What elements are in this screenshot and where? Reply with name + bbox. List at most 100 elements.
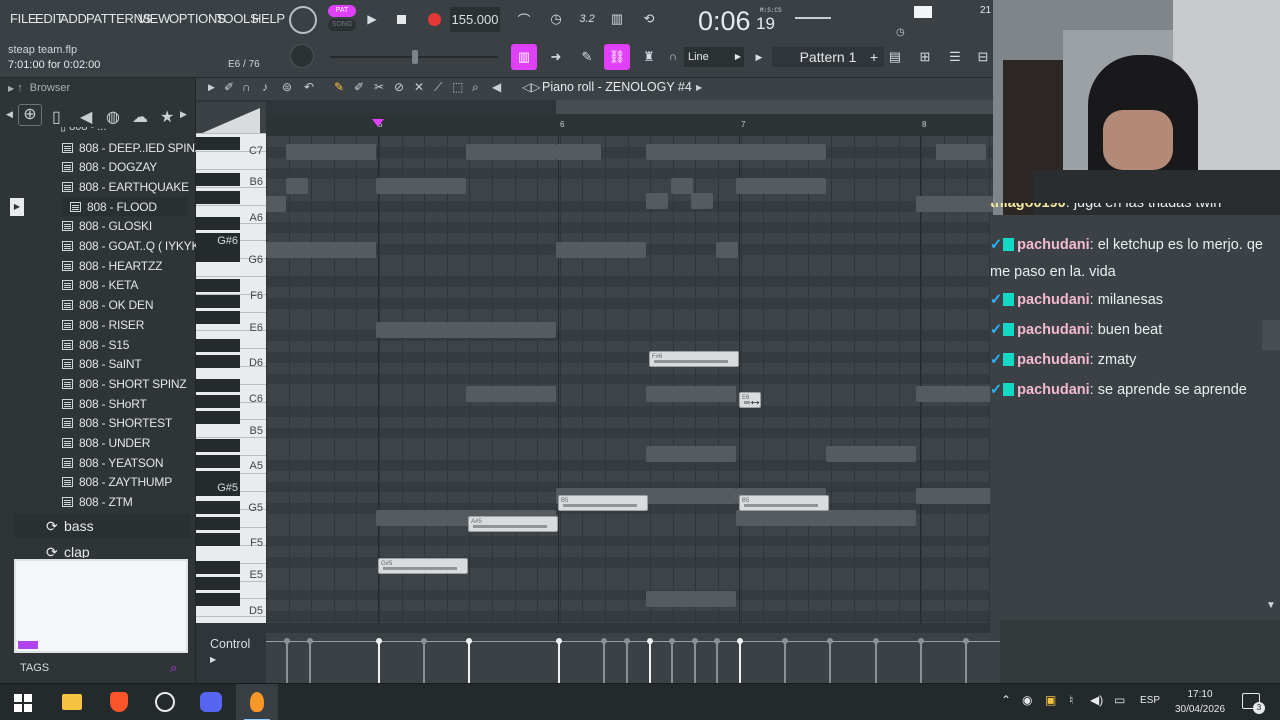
velocity-stem[interactable] <box>556 638 562 683</box>
velocity-stem[interactable] <box>624 638 630 683</box>
star-icon[interactable]: ★ <box>160 107 174 127</box>
obs-icon[interactable] <box>155 692 175 712</box>
browser-item[interactable]: 808 - SHORT SPINZ <box>62 374 187 393</box>
folder-bass[interactable]: ⟳ bass <box>14 514 190 538</box>
plugin-db-icon[interactable]: ◍ <box>106 107 120 127</box>
master-pitch-knob[interactable] <box>290 44 314 68</box>
browser-item[interactable]: 808 - SaINT <box>62 355 142 374</box>
chevron-right-icon[interactable]: ▶ <box>180 109 187 120</box>
black-key[interactable] <box>196 533 240 546</box>
velocity-stem[interactable] <box>714 638 720 683</box>
black-key[interactable] <box>196 217 240 230</box>
note[interactable]: A#5 <box>468 516 558 532</box>
metronome-icon[interactable]: ⌒ <box>511 8 537 30</box>
browser-item[interactable]: 808 - UNDER <box>62 434 150 453</box>
record-button[interactable] <box>424 8 444 30</box>
countdown-icon[interactable]: 3.2 <box>574 8 600 30</box>
velocity-stem[interactable] <box>692 638 698 683</box>
browser-item[interactable]: 808 - DOGZAY <box>62 158 157 177</box>
chevron-up-icon[interactable]: ⌃ <box>1001 693 1011 707</box>
menu-view[interactable]: VIEW <box>138 11 170 26</box>
undo-icon[interactable]: ↶ <box>304 80 314 94</box>
chat-scrollbar[interactable] <box>1262 320 1280 350</box>
browser-item[interactable]: 808 - ZTM <box>62 493 133 512</box>
note[interactable]: B5 <box>558 495 648 511</box>
wrench-icon[interactable]: ✐ <box>224 80 234 94</box>
black-key[interactable] <box>196 395 240 408</box>
black-key[interactable] <box>196 561 240 574</box>
speaker-icon[interactable]: ◀ <box>80 107 92 127</box>
piano-roll-view-button[interactable]: ▥ <box>511 44 537 70</box>
playlist-icon[interactable]: ▤ <box>884 46 906 68</box>
speaker-icon[interactable]: ◀) <box>1090 693 1103 707</box>
velocity-stem[interactable] <box>963 638 969 683</box>
delete-icon[interactable]: ⊘ <box>394 80 404 94</box>
stop-button[interactable] <box>391 8 411 30</box>
windows-start-icon[interactable] <box>14 694 32 712</box>
velocity-stem[interactable] <box>466 638 472 683</box>
velocity-stem[interactable] <box>873 638 879 683</box>
plugin-icon[interactable]: ⊟ <box>972 46 994 68</box>
arrow-right-icon[interactable]: ➜ <box>543 44 569 70</box>
browser-item[interactable]: 808 - RISER <box>62 315 144 334</box>
slider-handle[interactable] <box>412 50 418 64</box>
black-key[interactable] <box>196 577 240 590</box>
pat-song-toggle[interactable]: PAT SONG <box>328 5 356 32</box>
zoom-icon[interactable]: ⌕ <box>472 80 479 95</box>
black-key[interactable] <box>196 137 240 150</box>
discord-icon[interactable] <box>200 692 222 712</box>
note[interactable]: G#5 <box>378 558 468 574</box>
menu-circle-icon[interactable]: ⊜ <box>282 80 292 94</box>
chevron-left-right-icon[interactable]: ◁▷ <box>522 80 540 94</box>
slip-icon[interactable]: ⟋ <box>434 80 442 95</box>
microphone-icon[interactable]: ♮ <box>1069 693 1073 707</box>
folder-clap[interactable]: ⟳ clap <box>14 540 190 558</box>
piano-keyboard[interactable]: C7 B6 A6 G#6 G6 F6 E6 D6 C6 B5 A5 G#5 G5 F5 E5 D5 <box>196 133 266 623</box>
menu-add[interactable]: ADD <box>60 11 87 26</box>
note-grid[interactable]: F#6 E6 B5 B5 A#5 G#5 ↔ <box>266 136 1000 623</box>
preview-play-icon[interactable]: ▶ <box>10 198 24 216</box>
browser-item[interactable]: 808 - GLOSKI <box>62 217 152 236</box>
timeline-ruler[interactable]: 5678 <box>266 114 1000 136</box>
time-display[interactable]: 0:06 19 M:S:CS <box>694 4 784 36</box>
magnet-icon[interactable]: ∩ <box>242 80 251 94</box>
black-key[interactable] <box>196 355 240 368</box>
menu-file[interactable]: FILE <box>10 11 37 26</box>
velocity-stem[interactable] <box>307 638 313 683</box>
browser-item[interactable]: 808 - DEEP..IED SPINZZ <box>62 138 209 157</box>
select-icon[interactable]: ⬚ <box>452 80 463 94</box>
chevron-left-icon[interactable]: ◀ <box>6 109 13 120</box>
main-pitch-slider[interactable] <box>330 50 498 64</box>
black-key[interactable] <box>196 439 240 452</box>
velocity-stem[interactable] <box>918 638 924 683</box>
black-key[interactable] <box>196 517 240 530</box>
browser-item[interactable]: 808 - FLOOD <box>62 197 188 217</box>
velocity-stem[interactable] <box>376 638 382 683</box>
playback-icon[interactable]: ◀ <box>492 80 501 94</box>
black-key[interactable] <box>196 455 240 468</box>
velocity-stem[interactable] <box>669 638 675 683</box>
black-key[interactable] <box>196 593 240 606</box>
discord-tray-icon[interactable]: ◉ <box>1022 693 1032 707</box>
brave-browser-icon[interactable] <box>110 692 128 712</box>
black-key[interactable] <box>196 379 240 392</box>
clock[interactable]: 17:10 30/04/2026 <box>1168 687 1232 717</box>
mute-icon[interactable]: ✕ <box>414 80 424 94</box>
browser-item[interactable]: 808 - KETA <box>62 276 138 295</box>
control-lane-label[interactable]: Control ▶ <box>196 633 266 683</box>
browser-item[interactable]: 808 - EARTHQUAKE <box>62 177 189 196</box>
pencil-icon[interactable]: ✎ <box>334 80 344 94</box>
cloud-icon[interactable]: ☁ <box>132 107 148 127</box>
velocity-stem[interactable] <box>647 638 653 683</box>
step-edit-icon[interactable]: ▥ <box>604 8 630 30</box>
fl-studio-taskbar-button[interactable] <box>236 684 278 720</box>
velocity-stem[interactable] <box>782 638 788 683</box>
tray-app-icon[interactable]: ▣ <box>1045 693 1056 707</box>
black-key[interactable] <box>196 411 240 424</box>
black-key[interactable] <box>196 501 240 514</box>
slice-icon[interactable]: ✂ <box>374 80 384 94</box>
notification-icon[interactable]: 3 <box>1242 693 1265 714</box>
file-explorer-icon[interactable] <box>62 694 82 710</box>
browser-item[interactable]: 808 - S15 <box>62 335 129 354</box>
browser-item[interactable]: 808 - YEATSON <box>62 453 164 472</box>
